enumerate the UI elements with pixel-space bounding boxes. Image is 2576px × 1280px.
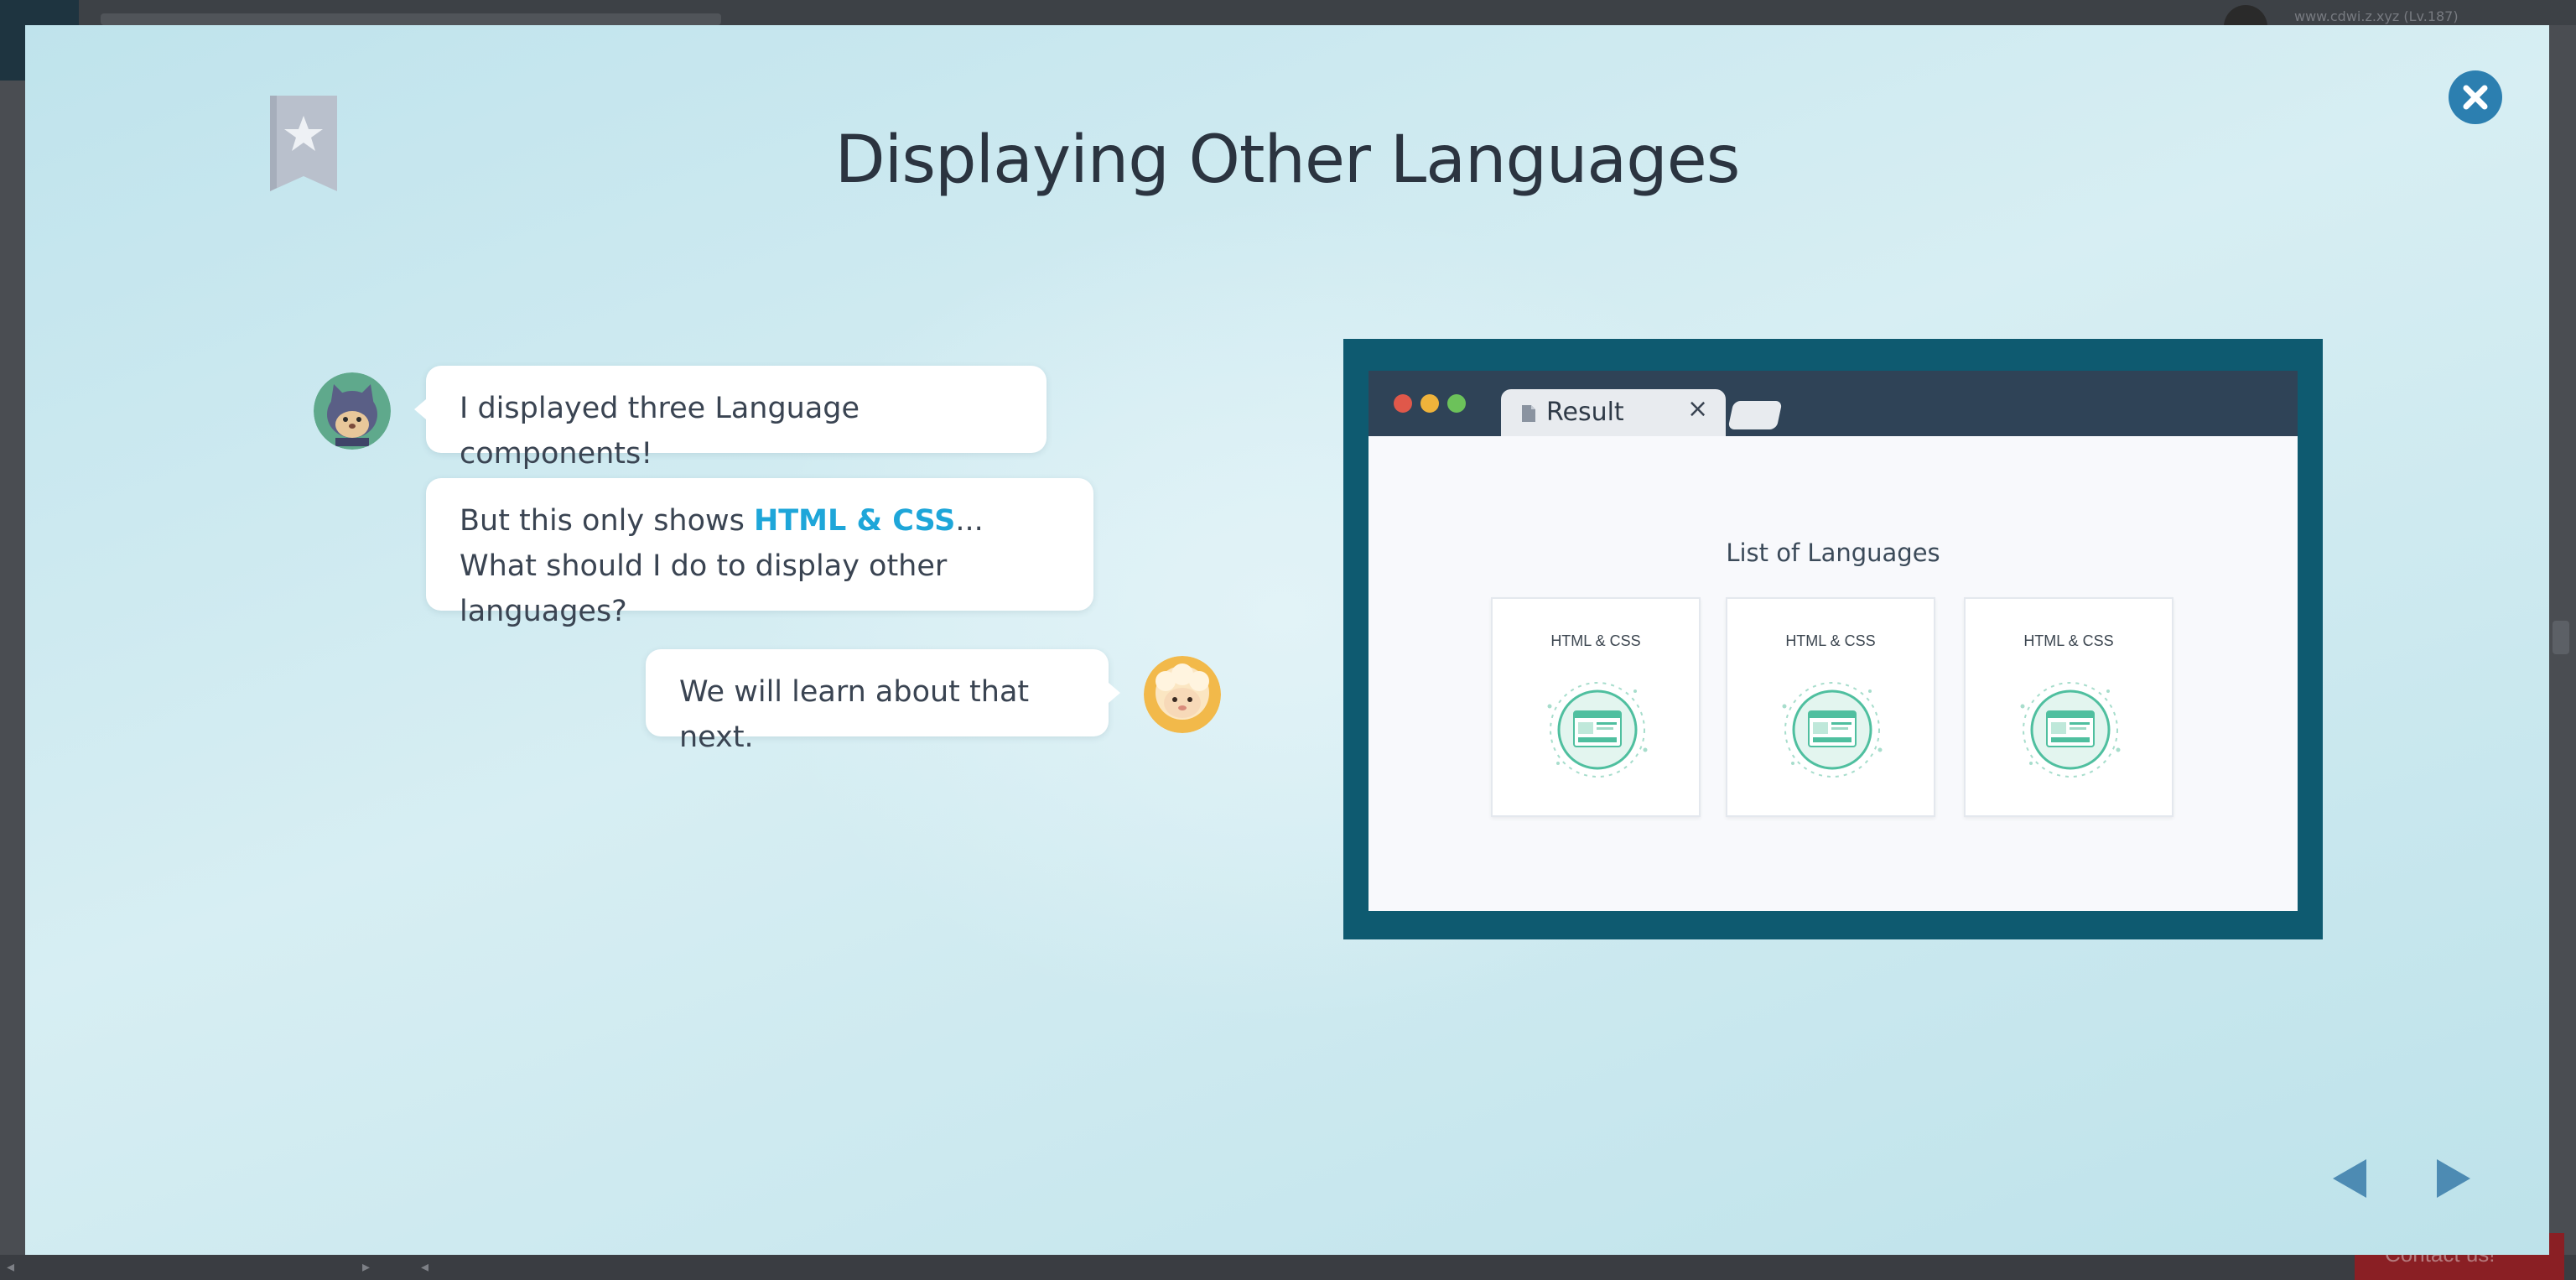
language-card[interactable]: HTML & CSS [1726, 597, 1935, 817]
window-close-dot [1394, 394, 1412, 413]
chat-message-2-highlight: HTML & CSS [754, 504, 956, 538]
browser-window: Result × List of Languages HTML & CSS HTM… [1368, 371, 2298, 911]
previous-slide-button[interactable] [2329, 1158, 2371, 1199]
sheep-icon [1144, 656, 1221, 733]
window-maximize-dot [1447, 394, 1466, 413]
background-scrollbar-thumb [2553, 621, 2569, 654]
language-card-title: HTML & CSS [2023, 632, 2114, 649]
background-user-text: www.cdwi.z.xyz (Lv.187) [2294, 8, 2459, 24]
close-icon [2463, 85, 2488, 110]
background-scroll-right-icon: ▸ [362, 1258, 371, 1276]
slide-modal: Displaying Other Languages I displayed t… [25, 25, 2549, 1255]
close-button[interactable] [2449, 70, 2502, 124]
window-minimize-dot [1420, 394, 1439, 413]
slide-title: Displaying Other Languages [834, 122, 1741, 198]
ninja-cat-icon [314, 372, 391, 450]
tab-result-label: Result [1546, 398, 1624, 427]
background-scroll-left-icon-2: ◂ [421, 1258, 429, 1276]
html-css-illustration-icon [1547, 682, 1648, 778]
background-scroll-left-icon: ◂ [7, 1258, 15, 1276]
result-preview-frame: Result × List of Languages HTML & CSS HTM… [1343, 339, 2323, 939]
language-card[interactable]: HTML & CSS [1964, 597, 2174, 817]
list-of-languages-title: List of Languages [1726, 539, 1940, 567]
chat-message-3: We will learn about that next. [679, 675, 1030, 754]
new-tab-button[interactable] [1727, 401, 1783, 429]
chat-bubble-2: But this only shows HTML & CSS... What s… [426, 478, 1093, 628]
sheep-avatar [1144, 656, 1221, 733]
language-card-title: HTML & CSS [1785, 632, 1876, 649]
chat-bubble-3: We will learn about that next. [646, 649, 1120, 754]
chat-bubble-1: I displayed three Language components! [414, 366, 1046, 471]
ninja-cat-avatar [314, 372, 391, 450]
triangle-left-icon [2333, 1159, 2366, 1198]
language-card-title: HTML & CSS [1550, 632, 1641, 649]
tab-result[interactable]: Result × [1501, 389, 1726, 436]
language-card[interactable]: HTML & CSS [1491, 597, 1701, 817]
tab-close-icon[interactable]: × [1687, 394, 1708, 424]
html-css-illustration-icon [1782, 682, 1883, 778]
chat-message-1: I displayed three Language components! [460, 392, 860, 471]
chat-message-2-before: But this only shows [460, 504, 755, 538]
triangle-right-icon [2437, 1159, 2470, 1198]
html-css-illustration-icon [2020, 682, 2121, 778]
next-slide-button[interactable] [2432, 1158, 2474, 1199]
background-search-bar [101, 13, 721, 25]
browser-tabbar: Result × [1368, 371, 2298, 436]
background-bottom-bar [0, 1255, 2576, 1280]
document-icon [1522, 405, 1535, 422]
